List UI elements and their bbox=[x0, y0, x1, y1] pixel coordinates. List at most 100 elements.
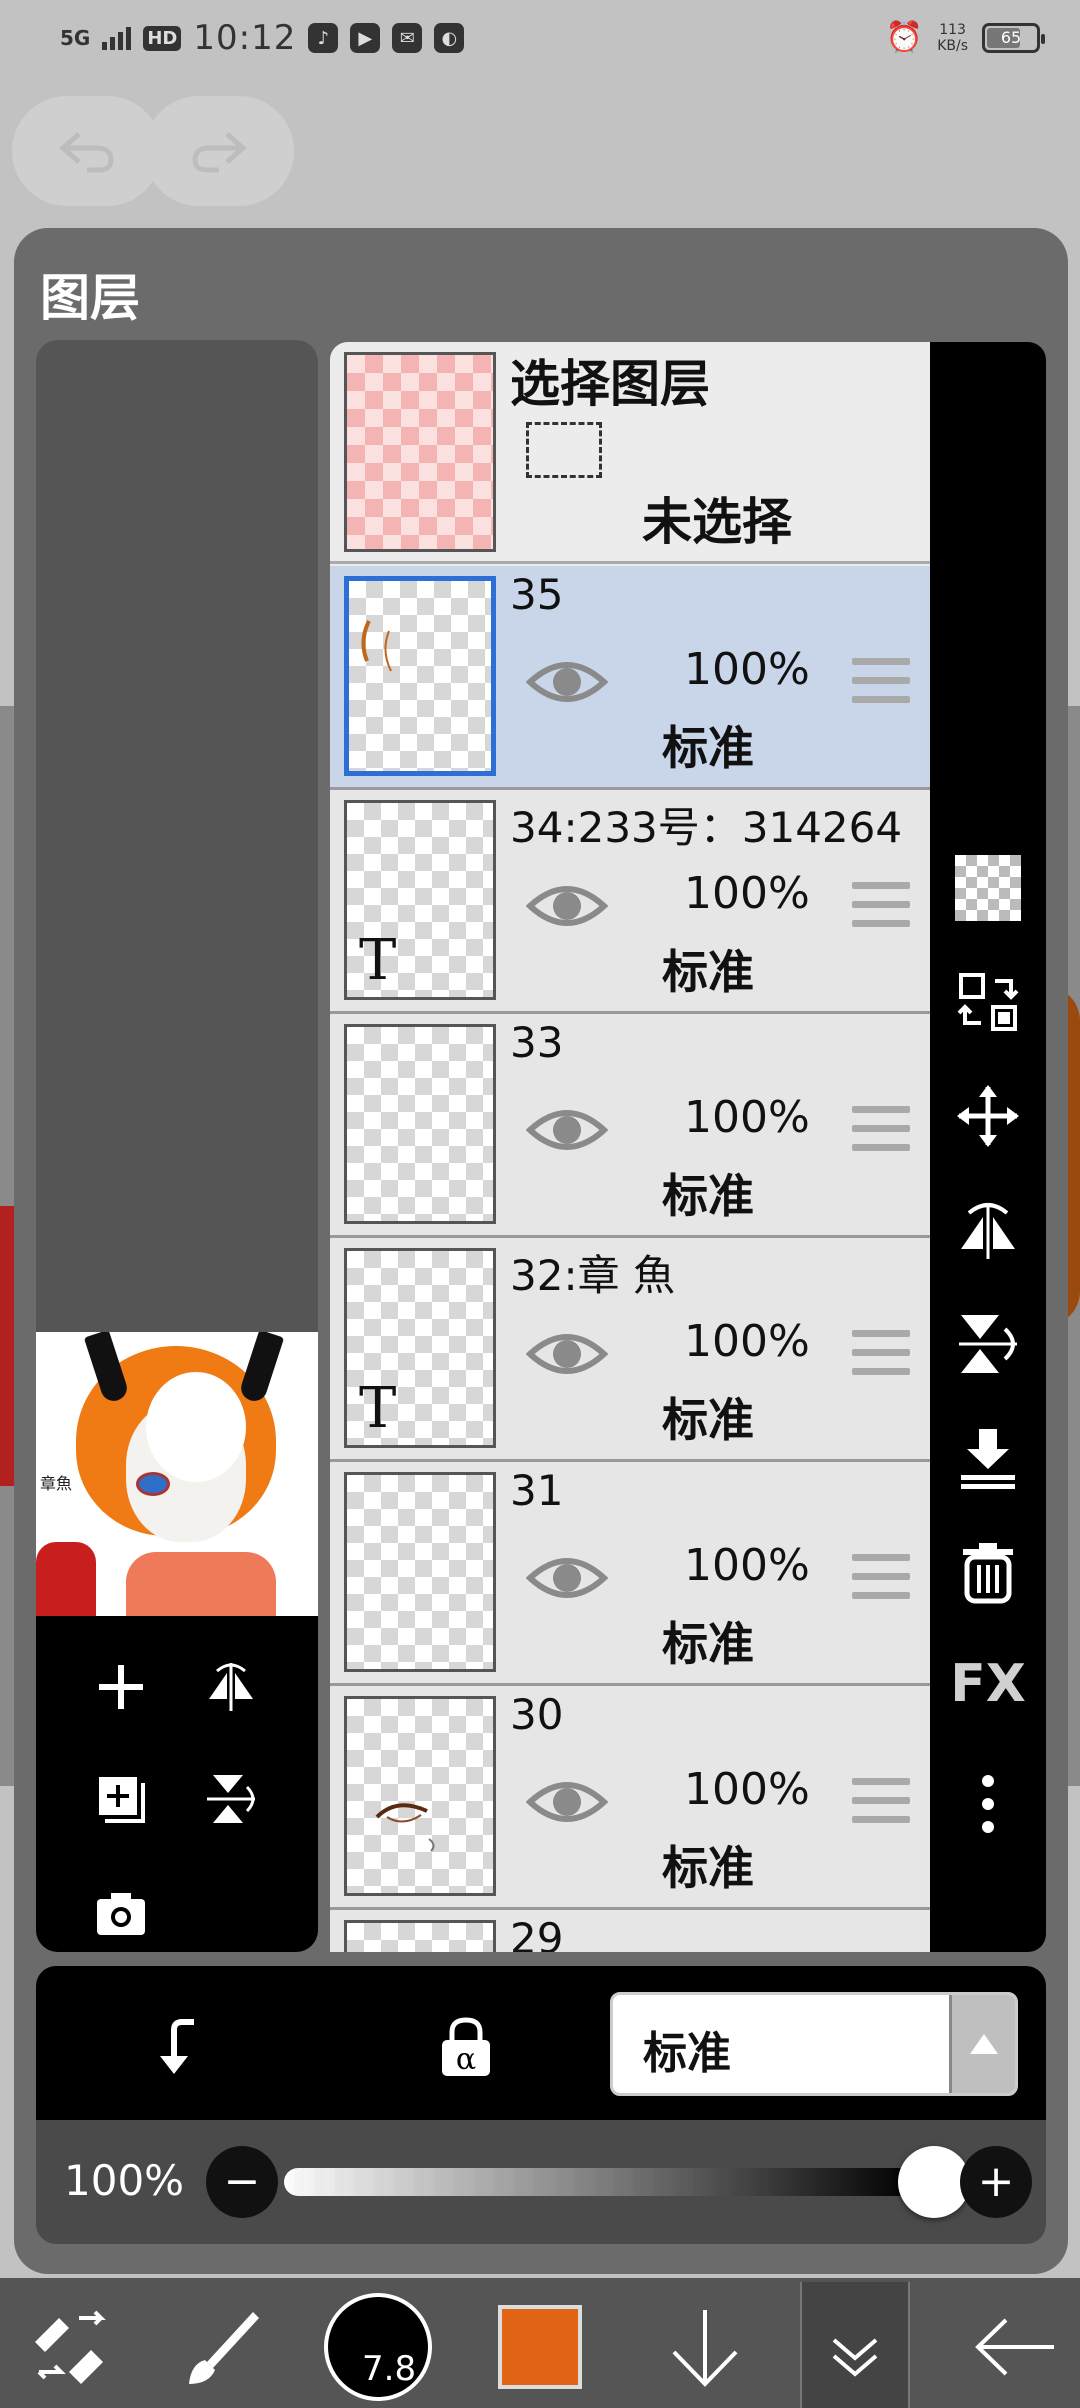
swap-layer-button[interactable] bbox=[948, 962, 1028, 1042]
opacity-slider-track[interactable] bbox=[284, 2168, 914, 2196]
layer-row[interactable]: 30 100% 标准 bbox=[330, 1686, 930, 1910]
layer-row[interactable]: 35 100% 标准 bbox=[330, 566, 930, 790]
fx-button[interactable]: FX bbox=[948, 1644, 1028, 1724]
drag-handle-icon[interactable] bbox=[852, 1330, 910, 1387]
brush-size-button[interactable]: 7.8 bbox=[322, 2292, 434, 2402]
panel-title: 图层 bbox=[40, 269, 140, 327]
layer-name: 30 bbox=[510, 1690, 564, 1739]
preview-scarf bbox=[126, 1552, 276, 1616]
checkerboard-icon bbox=[955, 855, 1021, 921]
fx-label: FX bbox=[950, 1654, 1026, 1714]
selection-marquee-icon bbox=[526, 422, 602, 478]
layer-blend-mode: 标准 bbox=[662, 1393, 754, 1447]
tool-switch-button[interactable] bbox=[20, 2292, 120, 2402]
layer-row[interactable]: 31 100% 标准 bbox=[330, 1462, 930, 1686]
delete-layer-button[interactable] bbox=[948, 1532, 1028, 1612]
blend-mode-value: 标准 bbox=[643, 2028, 731, 2079]
selection-thumbnail bbox=[344, 352, 496, 552]
visibility-eye-icon[interactable] bbox=[526, 1772, 608, 1832]
move-layer-button[interactable] bbox=[948, 1076, 1028, 1156]
speed-unit: KB/s bbox=[937, 37, 968, 54]
layer-blend-mode: 标准 bbox=[662, 1169, 754, 1223]
chevron-double-down-icon bbox=[832, 2338, 878, 2377]
alpha-lock-button[interactable]: α bbox=[426, 2006, 506, 2086]
layer-row[interactable]: T 34:233号：314264 100% 标准 bbox=[330, 790, 930, 1014]
layer-thumbnail bbox=[344, 1920, 496, 1952]
canvas-preview[interactable]: 章魚 bbox=[36, 1332, 318, 1616]
chevron-up-icon bbox=[949, 1995, 1015, 2093]
mail-app-icon: ✉ bbox=[392, 23, 423, 53]
import-photo-button[interactable] bbox=[86, 1878, 156, 1948]
layer-blend-mode: 标准 bbox=[662, 1617, 754, 1671]
blend-mode-select[interactable]: 标准 bbox=[610, 1992, 1018, 2096]
flip-horizontal-icon bbox=[961, 1203, 1015, 1259]
visibility-eye-icon[interactable] bbox=[526, 1548, 608, 1608]
preview-area: 章魚 bbox=[36, 340, 318, 1952]
visibility-eye-icon[interactable] bbox=[526, 876, 608, 936]
opacity-increase-button[interactable]: + bbox=[960, 2146, 1032, 2218]
drag-handle-icon[interactable] bbox=[852, 1106, 910, 1163]
add-layer-button[interactable] bbox=[86, 1652, 156, 1722]
layer-blend-mode: 标准 bbox=[662, 1841, 754, 1895]
layer-panel-button[interactable] bbox=[800, 2282, 910, 2408]
alarm-icon: ⏰ bbox=[885, 20, 924, 55]
selection-layer-row[interactable]: 选择图层 未选择 bbox=[330, 342, 930, 564]
flip-layer-horizontal-button[interactable] bbox=[948, 1190, 1028, 1270]
layer-opacity: 100% bbox=[684, 1764, 810, 1815]
clip-layer-button[interactable] bbox=[146, 2006, 226, 2086]
redo-button[interactable] bbox=[144, 96, 294, 206]
video-app-icon: ▶ bbox=[350, 23, 381, 53]
status-bar: 5G HD 10:12 ♪ ▶ ✉ ◐ ⏰ 113 KB/s 65 bbox=[0, 0, 1080, 80]
tiktok-icon: ♪ bbox=[308, 23, 339, 53]
more-options-button[interactable] bbox=[948, 1764, 1028, 1844]
arrow-left-icon bbox=[975, 2318, 1054, 2376]
layer-row[interactable]: 29100%标准 bbox=[330, 1910, 930, 1952]
clipping-icon bbox=[160, 2019, 194, 2074]
flip-horizontal-icon bbox=[209, 1663, 253, 1711]
drag-handle-icon[interactable] bbox=[852, 882, 910, 939]
layer-name: 34:233号：314264 bbox=[510, 803, 903, 852]
flip-vertical-icon bbox=[207, 1775, 255, 1823]
layer-tool-pad bbox=[36, 1616, 318, 1952]
network-speed: 113 KB/s bbox=[937, 22, 968, 54]
swap-icon bbox=[957, 973, 1019, 1031]
visibility-eye-icon[interactable] bbox=[526, 652, 608, 712]
opacity-label: 100% bbox=[64, 2156, 185, 2205]
layer-blend-mode: 标准 bbox=[662, 721, 754, 775]
transparency-button[interactable] bbox=[948, 848, 1028, 928]
minus-icon: − bbox=[223, 2156, 261, 2207]
flip-horizontal-button[interactable] bbox=[196, 1652, 266, 1722]
drag-handle-icon[interactable] bbox=[852, 1554, 910, 1611]
undo-button[interactable] bbox=[12, 96, 162, 206]
preview-signature: 章魚 bbox=[40, 1474, 73, 1493]
layer-row[interactable]: 33 100% 标准 bbox=[330, 1014, 930, 1238]
drag-handle-icon[interactable] bbox=[852, 658, 910, 715]
camera-icon bbox=[97, 1893, 145, 1935]
more-vertical-icon bbox=[982, 1775, 994, 1833]
layer-row[interactable]: T 32:章 魚 100% 标准 bbox=[330, 1238, 930, 1462]
brush-tool-button[interactable] bbox=[172, 2292, 272, 2402]
layer-opacity: 100% bbox=[684, 868, 810, 919]
move-icon bbox=[957, 1085, 1019, 1147]
plus-icon bbox=[99, 1665, 143, 1709]
selection-layer-title: 选择图层 bbox=[510, 355, 710, 413]
flip-vertical-button[interactable] bbox=[196, 1764, 266, 1834]
hd-badge: HD bbox=[143, 25, 182, 51]
back-button[interactable] bbox=[960, 2292, 1070, 2402]
visibility-eye-icon[interactable] bbox=[526, 1324, 608, 1384]
layer-thumbnail: T bbox=[344, 1248, 496, 1448]
opacity-decrease-button[interactable]: − bbox=[206, 2146, 278, 2218]
signal-icon bbox=[102, 26, 132, 50]
visibility-eye-icon[interactable] bbox=[526, 1100, 608, 1160]
merge-down-button[interactable] bbox=[948, 1418, 1028, 1498]
layer-down-button[interactable] bbox=[650, 2292, 760, 2402]
layer-art-preview bbox=[361, 620, 392, 672]
drag-handle-icon[interactable] bbox=[852, 1778, 910, 1835]
preview-coat bbox=[36, 1542, 96, 1616]
add-copy-layer-button[interactable] bbox=[86, 1764, 156, 1834]
layer-name: 32:章 魚 bbox=[510, 1251, 675, 1300]
layer-thumbnail: T bbox=[344, 800, 496, 1000]
flip-layer-vertical-button[interactable] bbox=[948, 1304, 1028, 1384]
layer-opacity: 100% bbox=[684, 1316, 810, 1367]
color-button[interactable] bbox=[490, 2292, 590, 2402]
